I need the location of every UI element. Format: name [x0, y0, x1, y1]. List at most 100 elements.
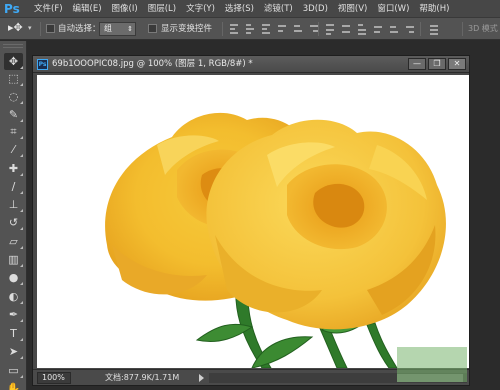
overlay-highlight [397, 347, 467, 382]
menu-filter[interactable]: 滤镜(T) [259, 0, 298, 18]
auto-align-layers-icon[interactable] [428, 22, 440, 36]
move-tool-icon: ▸✥ [8, 21, 23, 34]
healing-brush-tool-icon[interactable]: ✚ [4, 160, 23, 177]
distribute-left-icon[interactable] [372, 22, 384, 36]
align-top-icon[interactable] [228, 22, 240, 36]
separator [318, 22, 319, 36]
close-button[interactable]: ✕ [448, 58, 466, 70]
photoshop-logo: Ps [4, 2, 20, 16]
align-hcenter-icon[interactable] [292, 22, 304, 36]
document-window: Ps 69b1OOOPIC08.jpg @ 100% (图层 1, RGB/8#… [32, 55, 470, 386]
menu-3d[interactable]: 3D(D) [298, 0, 333, 18]
auto-select-dropdown[interactable]: 组 ⇕ [99, 22, 136, 36]
shape-tool-icon[interactable]: ▭ [4, 362, 23, 379]
tool-group-indicator [20, 227, 23, 230]
distribute-buttons [324, 22, 416, 36]
dodge-tool-icon[interactable]: ◐ [4, 288, 23, 305]
panel-grip[interactable] [3, 44, 23, 48]
auto-select-value: 组 [104, 24, 112, 33]
tool-group-indicator [20, 319, 23, 322]
tool-group-indicator [20, 264, 23, 267]
yellow-roses-photo [105, 112, 446, 368]
document-title: 69b1OOOPIC08.jpg @ 100% (图层 1, RGB/8#) * [52, 59, 253, 69]
tool-group-indicator [20, 66, 23, 69]
separator [420, 22, 421, 36]
tool-group-indicator [20, 154, 23, 157]
distribute-hcenter-icon[interactable] [388, 22, 400, 36]
tool-group-indicator [20, 191, 23, 194]
chevron-down-icon: ▾ [28, 24, 32, 32]
menu-bar: Ps 文件(F) 编辑(E) 图像(I) 图层(L) 文字(Y) 选择(S) 滤… [0, 0, 500, 18]
hand-tool-icon[interactable]: ✋ [4, 380, 23, 390]
minimize-button[interactable]: — [408, 58, 426, 70]
align-bottom-icon[interactable] [260, 22, 272, 36]
status-menu-arrow-icon[interactable] [199, 374, 204, 382]
separator [40, 22, 41, 36]
menu-image[interactable]: 图像(I) [107, 0, 143, 18]
auto-select-checkbox[interactable] [46, 24, 55, 33]
document-titlebar[interactable]: Ps 69b1OOOPIC08.jpg @ 100% (图层 1, RGB/8#… [33, 56, 469, 73]
tool-group-indicator [20, 356, 23, 359]
distribute-top-icon[interactable] [324, 22, 336, 36]
ps-document-icon: Ps [37, 59, 48, 70]
show-transform-checkbox[interactable] [148, 24, 157, 33]
eraser-tool-icon[interactable]: ▱ [4, 233, 23, 250]
tools-panel: ✥ ⬚ ◌ ✎ ⌗ ⁄ ✚ ∕ ⊥ ↺ ▱ ▥ ● ◐ ✒ T ➤ ▭ ✋ [0, 41, 27, 390]
auto-select-label: 自动选择： [58, 24, 101, 34]
show-transform-label: 显示变换控件 [161, 24, 213, 34]
pen-tool-icon[interactable]: ✒ [4, 306, 23, 323]
tool-group-indicator [20, 136, 23, 139]
menu-select[interactable]: 选择(S) [220, 0, 259, 18]
separator [222, 22, 223, 36]
tool-group-indicator [20, 282, 23, 285]
type-tool-icon[interactable]: T [4, 325, 23, 342]
align-left-icon[interactable] [276, 22, 288, 36]
rose-right [206, 119, 446, 330]
quick-select-tool-icon[interactable]: ✎ [4, 106, 23, 123]
move-tool-icon[interactable]: ✥ [4, 53, 23, 70]
menu-window[interactable]: 窗口(W) [372, 0, 414, 18]
tool-group-indicator [20, 338, 23, 341]
tool-group-indicator [20, 209, 23, 212]
chevron-down-icon: ⇕ [127, 25, 133, 33]
mode-3d-label[interactable]: 3D 模式 [468, 21, 498, 37]
menu-help[interactable]: 帮助(H) [414, 0, 454, 18]
options-bar: ▸✥ ▾ 自动选择： 组 ⇕ 显示变换控件 3D 模式 [0, 18, 500, 40]
distribute-bottom-icon[interactable] [356, 22, 368, 36]
menu-file[interactable]: 文件(F) [29, 0, 68, 18]
menu-layer[interactable]: 图层(L) [143, 0, 181, 18]
blur-tool-icon[interactable]: ● [4, 269, 23, 286]
align-buttons [228, 22, 320, 36]
menu-items: 文件(F) 编辑(E) 图像(I) 图层(L) 文字(Y) 选择(S) 滤镜(T… [29, 0, 454, 18]
path-select-tool-icon[interactable]: ➤ [4, 343, 23, 360]
tool-group-indicator [20, 173, 23, 176]
restore-button[interactable]: ❐ [428, 58, 446, 70]
document-size-info[interactable]: 文档:877.9K/1.71M [105, 370, 179, 386]
align-vcenter-icon[interactable] [244, 22, 256, 36]
tool-preset-picker[interactable]: ▸✥ ▾ [6, 21, 36, 37]
clone-stamp-tool-icon[interactable]: ⊥ [4, 196, 23, 213]
tool-group-indicator [20, 101, 23, 104]
eyedropper-tool-icon[interactable]: ⁄ [4, 141, 23, 158]
menu-view[interactable]: 视图(V) [333, 0, 372, 18]
distribute-right-icon[interactable] [404, 22, 416, 36]
separator [462, 22, 463, 36]
canvas[interactable] [37, 75, 469, 368]
tool-group-indicator [20, 375, 23, 378]
menu-type[interactable]: 文字(Y) [181, 0, 220, 18]
auto-align-button [428, 22, 440, 36]
tool-group-indicator [20, 246, 23, 249]
tool-group-indicator [20, 301, 23, 304]
brush-tool-icon[interactable]: ∕ [4, 178, 23, 195]
marquee-tool-icon[interactable]: ⬚ [4, 70, 23, 87]
window-controls: — ❐ ✕ [408, 58, 466, 70]
gradient-tool-icon[interactable]: ▥ [4, 251, 23, 268]
lasso-tool-icon[interactable]: ◌ [4, 88, 23, 105]
history-brush-tool-icon[interactable]: ↺ [4, 214, 23, 231]
distribute-vcenter-icon[interactable] [340, 22, 352, 36]
tool-group-indicator [20, 83, 23, 86]
zoom-field[interactable]: 100% [37, 372, 71, 384]
crop-tool-icon[interactable]: ⌗ [4, 123, 23, 140]
tool-group-indicator [20, 119, 23, 122]
menu-edit[interactable]: 编辑(E) [68, 0, 107, 18]
